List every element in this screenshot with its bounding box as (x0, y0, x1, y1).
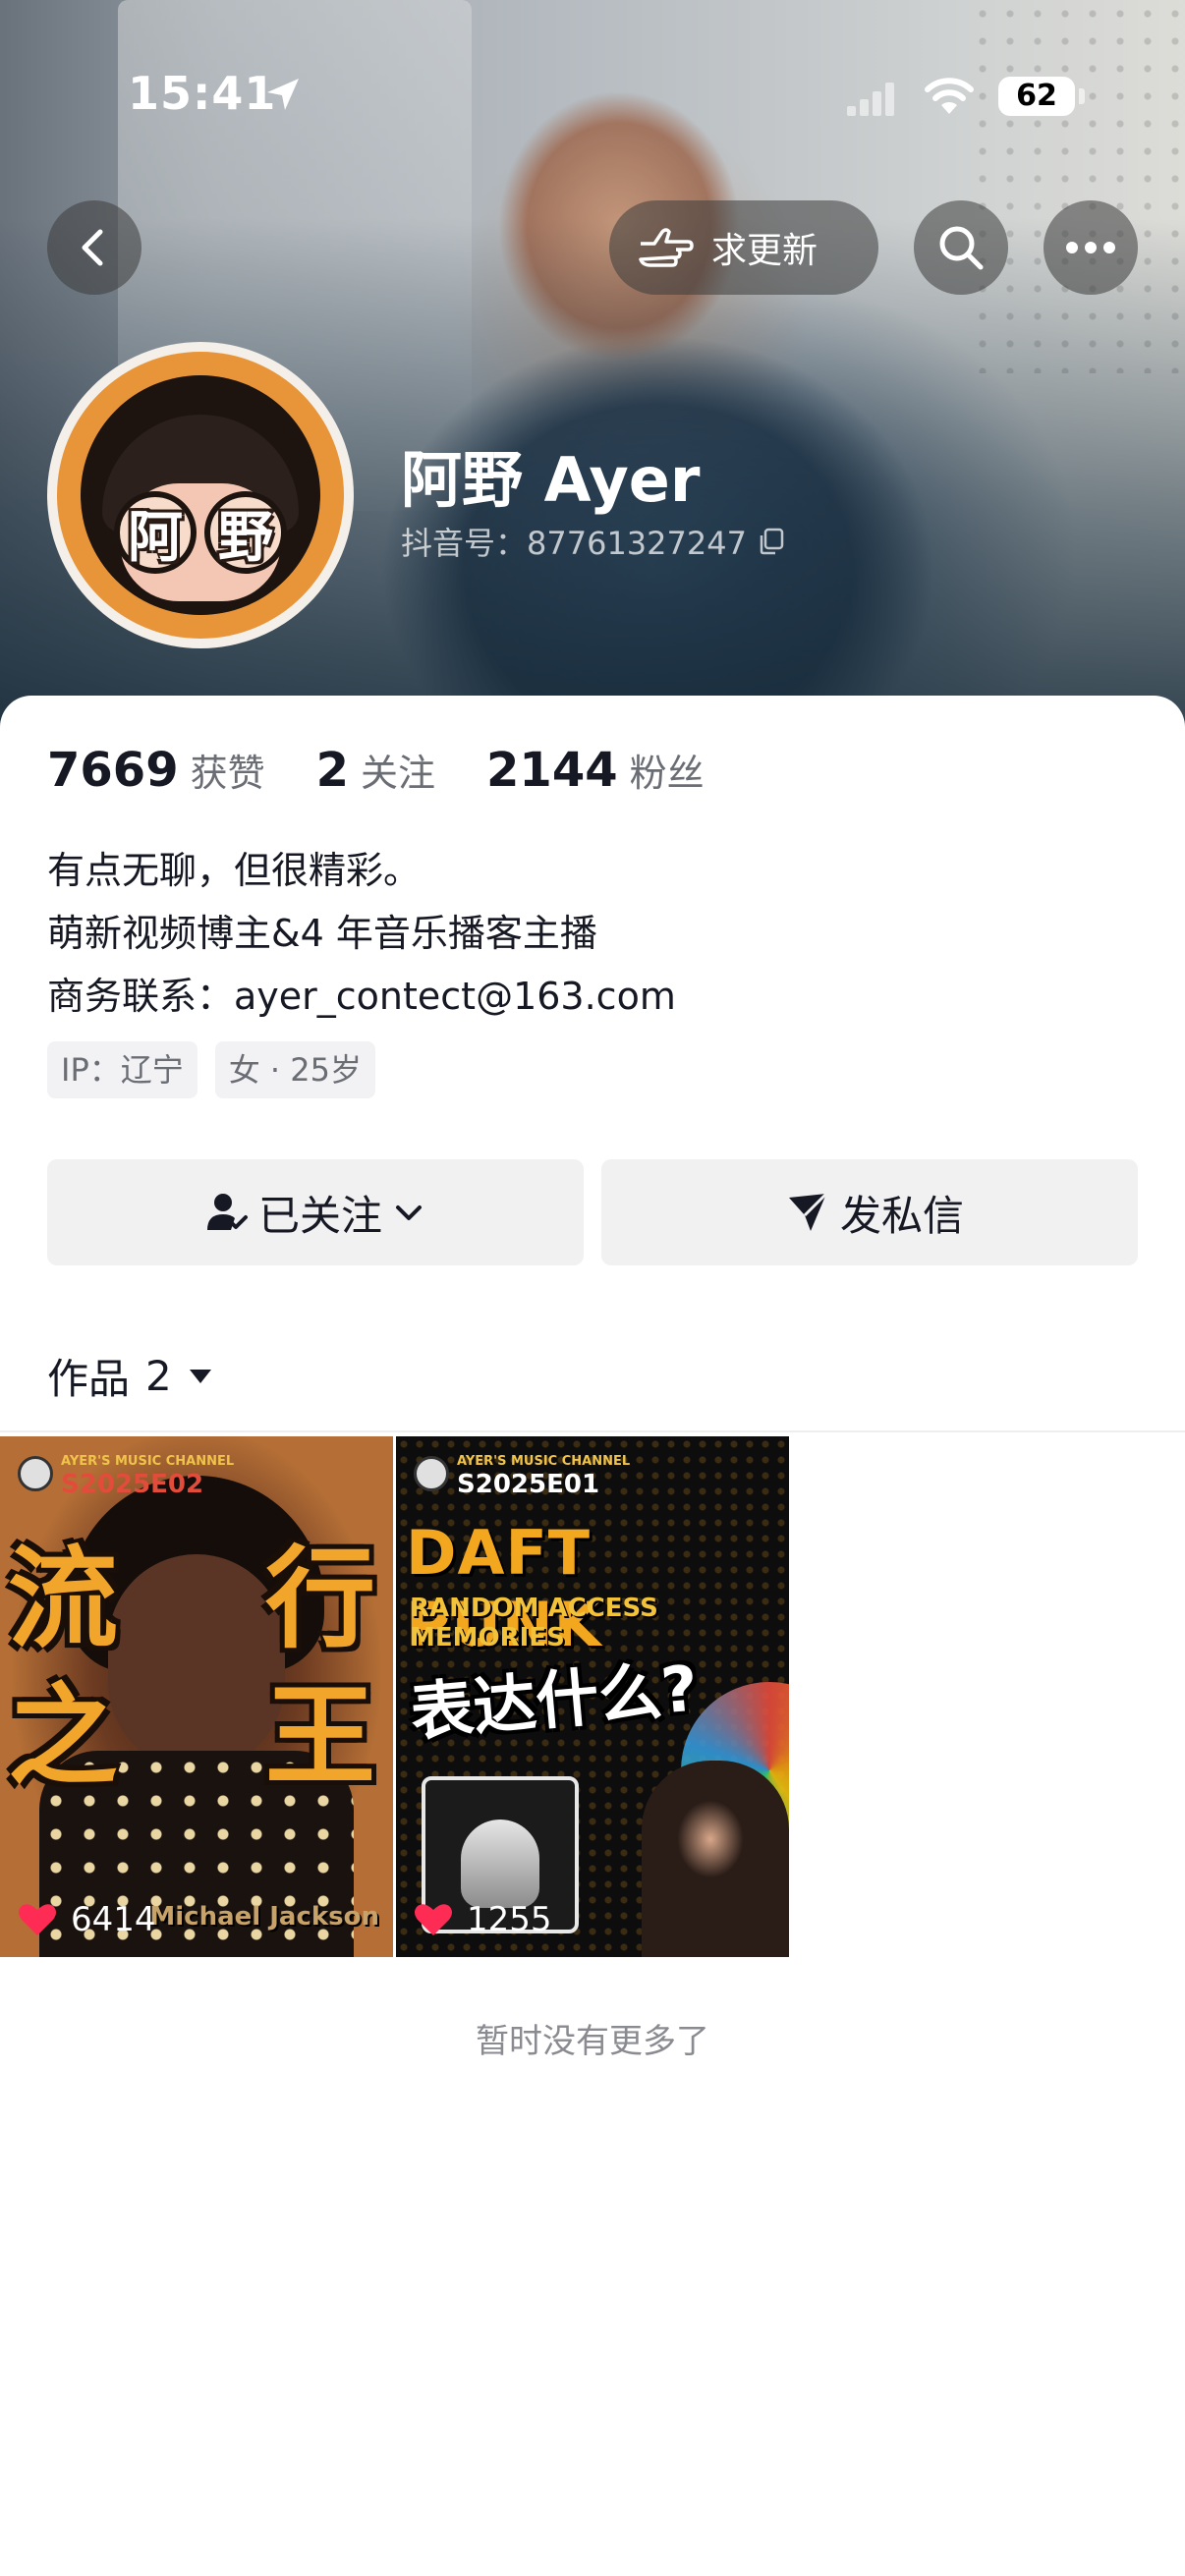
stat-likes-label: 获赞 (190, 752, 265, 795)
channel-name: AYER'S MUSIC CHANNEL (457, 1454, 631, 1469)
helmet-icon (461, 1820, 539, 1908)
request-update-button[interactable]: 求更新 (609, 200, 878, 295)
stat-likes-value: 7669 (47, 743, 179, 798)
gender-age-tag: 女 · 25岁 (214, 1041, 375, 1098)
avatar-glasses-right: 野 (204, 491, 287, 574)
profile-actions: 已关注 发私信 (47, 1159, 1138, 1265)
user-check-icon (206, 1194, 248, 1230)
avatar[interactable]: 阿 野 (47, 342, 354, 648)
video-tile[interactable]: AYER'S MUSIC CHANNEL S2025E01 DAFT PUNK … (396, 1436, 789, 1957)
channel-logo-icon (414, 1456, 449, 1491)
bio-line-2: 萌新视频博主&4 年音乐播客主播 (47, 912, 597, 955)
ip-location-tag: IP：辽宁 (47, 1041, 198, 1098)
thumbnail-host (642, 1761, 789, 1957)
works-count: 2 (145, 1352, 172, 1400)
like-count: 1255 (414, 1900, 552, 1939)
heart-icon (415, 1904, 452, 1935)
battery-level: 62 (1016, 79, 1057, 113)
like-count: 6414 (18, 1900, 156, 1939)
stat-followers-label: 粉丝 (629, 752, 705, 795)
heart-icon (19, 1904, 56, 1935)
video-tile[interactable]: AYER'S MUSIC CHANNEL S2025E02 流 行 之 王 Mi… (0, 1436, 393, 1957)
following-label: 已关注 (257, 1191, 382, 1240)
thumbnail-face (108, 1554, 285, 1770)
request-update-label: 求更新 (711, 231, 818, 271)
episode-code: S2025E01 (457, 1470, 600, 1499)
back-button[interactable] (47, 200, 141, 295)
stat-likes[interactable]: 7669 获赞 (47, 743, 265, 798)
caret-down-icon (189, 1369, 211, 1383)
more-options-button[interactable] (1044, 200, 1138, 295)
video-subtitle: RANDOM ACCESS MEMORIES (410, 1594, 658, 1652)
stat-following-label: 关注 (361, 752, 436, 795)
send-message-button[interactable]: 发私信 (601, 1159, 1138, 1265)
search-icon (939, 226, 984, 270)
title-char: 王 (265, 1673, 375, 1801)
video-grid: AYER'S MUSIC CHANNEL S2025E02 流 行 之 王 Mi… (0, 1436, 1185, 1957)
title-char: 流 (8, 1536, 118, 1663)
battery-indicator: 62 (998, 77, 1075, 116)
channel-logo-icon (18, 1456, 53, 1491)
profile-stats: 7669 获赞 2 关注 2144 粉丝 (47, 743, 756, 798)
like-count-value: 6414 (71, 1900, 156, 1939)
copy-icon[interactable] (757, 527, 786, 556)
works-divider (0, 1430, 1185, 1432)
more-dots-icon (1066, 242, 1115, 253)
stat-followers[interactable]: 2144 粉丝 (486, 743, 705, 798)
works-label: 作品 (47, 1355, 131, 1403)
paper-plane-icon (788, 1192, 828, 1231)
chevron-down-icon (396, 1205, 422, 1220)
bio-line-1: 有点无聊，但很精彩。 (47, 849, 422, 892)
profile-bio: 有点无聊，但很精彩。 萌新视频博主&4 年音乐播客主播 商务联系：ayer_co… (47, 839, 676, 1028)
douyin-id-text: 抖音号：87761327247 (401, 525, 747, 562)
avatar-glasses-left: 阿 (114, 491, 197, 574)
like-count-value: 1255 (467, 1900, 552, 1939)
stat-following[interactable]: 2 关注 (316, 743, 435, 798)
battery-tip (1079, 88, 1085, 104)
bio-line-3: 商务联系：ayer_contect@163.com (47, 975, 676, 1018)
following-button[interactable]: 已关注 (47, 1159, 584, 1265)
pointing-hand-icon (639, 228, 694, 267)
channel-name: AYER'S MUSIC CHANNEL (61, 1454, 235, 1469)
stat-followers-value: 2144 (486, 743, 618, 798)
location-arrow-icon (267, 79, 299, 110)
avatar-illustration: 阿 野 (81, 375, 320, 615)
status-bar: 15:41 62 (0, 0, 1185, 128)
cellular-signal-icon (847, 83, 894, 116)
stat-following-value: 2 (315, 743, 350, 798)
profile-name: 阿野 Ayer (401, 444, 701, 516)
search-button[interactable] (914, 200, 1008, 295)
send-message-label: 发私信 (839, 1191, 964, 1240)
no-more-content-text: 暂时没有更多了 (476, 2022, 709, 2061)
episode-code: S2025E02 (61, 1470, 204, 1499)
profile-tags: IP：辽宁 女 · 25岁 (47, 1041, 393, 1098)
profile-card: 7669 获赞 2 关注 2144 粉丝 有点无聊，但很精彩。 萌新视频博主&4… (0, 696, 1185, 2576)
works-tab[interactable]: 作品 2 (47, 1346, 213, 1406)
chevron-left-icon (82, 229, 103, 266)
title-char: 行 (265, 1536, 375, 1663)
douyin-id[interactable]: 抖音号：87761327247 (401, 519, 786, 564)
status-time: 15:41 (128, 67, 277, 120)
avatar-ring: 阿 野 (57, 352, 344, 639)
wifi-icon (925, 78, 974, 114)
artist-name: Michael Jackson (149, 1902, 379, 1932)
title-char: 之 (8, 1673, 118, 1801)
